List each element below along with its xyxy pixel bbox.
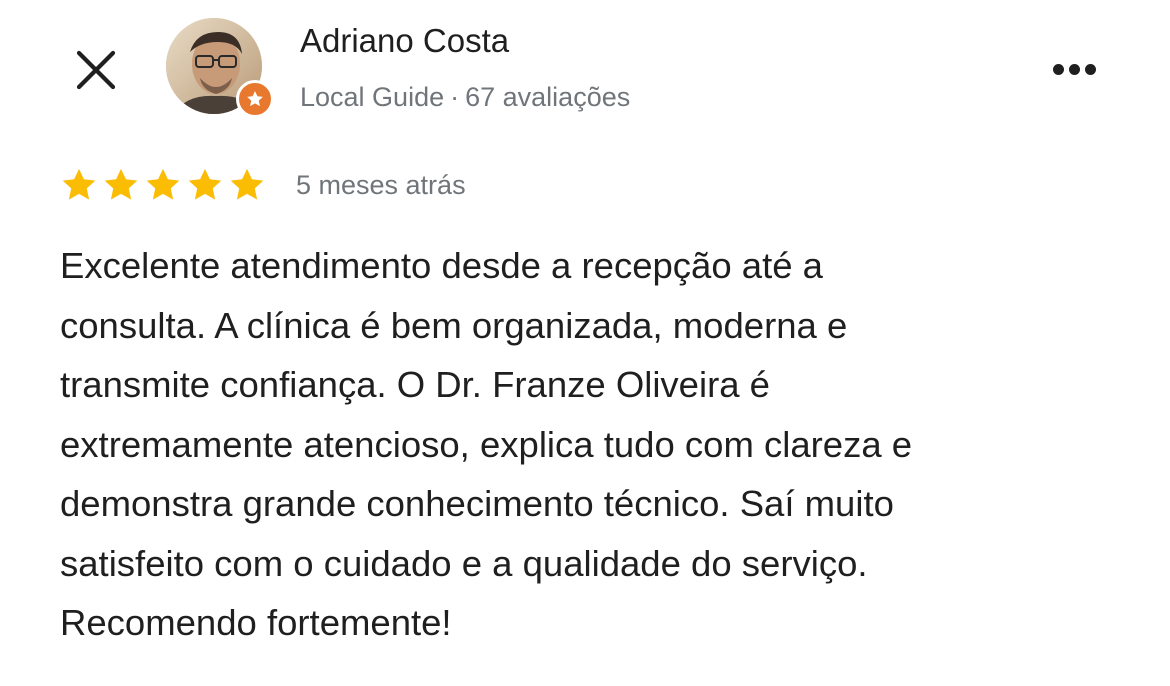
- star-icon: [146, 168, 180, 200]
- local-guide-badge: [236, 80, 274, 118]
- review-text-line: demonstra grande conhecimento técnico. S…: [60, 483, 894, 524]
- review-text-line: extremamente atencioso, explica tudo com…: [60, 423, 913, 465]
- star-icon: [230, 168, 264, 200]
- review-time: 5 meses atrás: [296, 170, 466, 200]
- star-icon: [104, 168, 138, 200]
- local-guide-star-icon: [247, 91, 263, 107]
- more-options-button[interactable]: [1042, 52, 1106, 86]
- star-icon: [188, 168, 222, 200]
- reviewer-review-count: 67 avaliações: [465, 82, 631, 112]
- more-horizontal-icon: [1052, 63, 1064, 75]
- reviewer-name[interactable]: Adriano Costa: [300, 22, 509, 60]
- review-text-line: transmite confiança. O Dr. Franze Olivei…: [60, 364, 770, 405]
- review-text: Excelente atendimento desde a recepção a…: [60, 236, 1120, 653]
- review-text-line: Recomendo fortemente!: [60, 602, 452, 643]
- more-horizontal-icon: [1084, 63, 1096, 75]
- reviewer-level: Local Guide: [300, 82, 445, 112]
- review-text-line: consulta. A clínica é bem organizada, mo…: [60, 304, 848, 346]
- review-text-line: satisfeito com o cuidado e a qualidade d…: [60, 542, 868, 584]
- star-rating: [60, 166, 266, 204]
- meta-separator: ·: [450, 82, 460, 112]
- close-icon: [76, 50, 116, 90]
- star-icon: [62, 168, 96, 200]
- close-button[interactable]: [72, 46, 120, 94]
- more-horizontal-icon: [1068, 63, 1080, 75]
- review-text-line: Excelente atendimento desde a recepção a…: [60, 245, 823, 286]
- reviewer-meta: Local Guide · 67 avaliações: [300, 82, 630, 113]
- user-avatar-group[interactable]: [166, 18, 274, 118]
